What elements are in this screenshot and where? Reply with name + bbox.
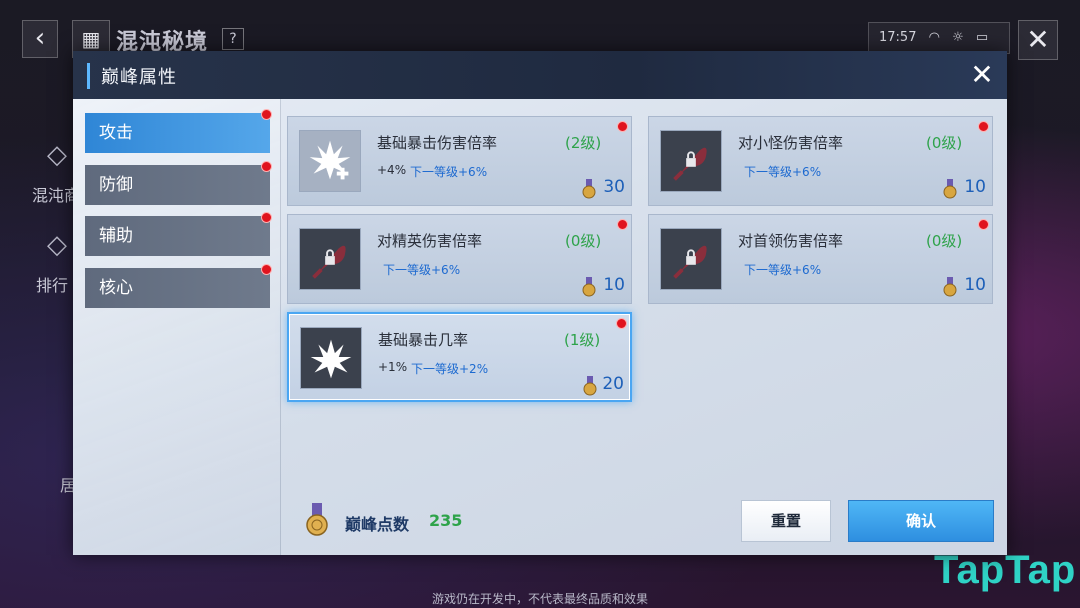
attribute-card-minion-damage[interactable]: 对小怪伤害倍率 (0级) 下一等级+6% 10 <box>648 116 993 206</box>
attribute-current-bonus: +4% <box>377 163 407 177</box>
attribute-next-bonus: 下一等级+6% <box>410 165 488 179</box>
tab-label: 辅助 <box>99 226 133 246</box>
grid-icon: ▦ <box>81 27 101 51</box>
attribute-cost: 10 <box>964 275 986 295</box>
confirm-button[interactable]: 确认 <box>848 500 994 542</box>
attribute-level: (0级) <box>926 232 963 250</box>
peak-attributes-dialog: 巅峰属性 ✕ 攻击 防御 辅助 核心 基础暴击伤害倍率 (2级) +4% 下一等… <box>73 51 1007 555</box>
attribute-card-crit-chance[interactable]: 基础暴击几率 (1级) +1% 下一等级+2% 20 <box>287 312 632 402</box>
attribute-next-bonus: 下一等级+2% <box>411 362 489 376</box>
close-x-icon: ✕ <box>1026 23 1050 56</box>
category-sidebar: 攻击 防御 辅助 核心 <box>73 99 281 555</box>
attribute-card-elite-damage[interactable]: 对精英伤害倍率 (0级) 下一等级+6% 10 <box>287 214 632 304</box>
notification-dot <box>978 219 989 230</box>
attribute-next-bonus: 下一等级+6% <box>744 263 822 277</box>
attribute-card-boss-damage[interactable]: 对首领伤害倍率 (0级) 下一等级+6% 10 <box>648 214 993 304</box>
locked-axe-icon <box>299 228 361 290</box>
attribute-name: 对精英伤害倍率 <box>377 232 483 250</box>
attribute-current-bonus: +1% <box>378 360 408 374</box>
attribute-name: 基础暴击伤害倍率 <box>377 134 498 152</box>
attribute-level: (0级) <box>926 134 963 152</box>
attribute-name: 对首领伤害倍率 <box>738 232 844 250</box>
tab-core[interactable]: 核心 <box>85 264 272 308</box>
background-close-button[interactable]: ✕ <box>1018 20 1058 60</box>
notification-dot <box>261 212 272 223</box>
attribute-next-bonus: 下一等级+6% <box>744 165 822 179</box>
dialog-title: 巅峰属性 <box>101 67 177 88</box>
dialog-close-button[interactable]: ✕ <box>965 61 999 91</box>
peak-medal-icon <box>582 277 596 297</box>
background-topbar: ‹ ▦ 混沌秘境 ? 17:57 ◠ ☼ ▭ ✕ <box>0 0 1080 60</box>
peak-medal-icon <box>943 277 957 297</box>
background-side-label: 排行 <box>36 276 69 295</box>
tab-attack[interactable]: 攻击 <box>85 109 272 153</box>
back-arrow-icon: ‹ <box>34 23 46 53</box>
dialog-header: 巅峰属性 ✕ <box>73 51 1007 99</box>
battery-icon: ▭ <box>975 30 989 45</box>
attribute-level: (2级) <box>565 134 602 152</box>
help-button[interactable]: ? <box>222 28 244 50</box>
attribute-cost: 30 <box>603 177 625 197</box>
tab-defense[interactable]: 防御 <box>85 161 272 205</box>
development-notice: 游戏仍在开发中，不代表最终品质和效果 <box>431 592 648 606</box>
attribute-name: 对小怪伤害倍率 <box>738 134 844 152</box>
peak-medal-icon <box>582 179 596 199</box>
wifi-icon: ◠ <box>928 30 940 45</box>
attribute-cost: 20 <box>602 374 624 394</box>
attribute-name: 基础暴击几率 <box>378 331 469 349</box>
status-bar: 17:57 ◠ ☼ ▭ <box>868 22 1010 54</box>
tab-label: 攻击 <box>99 123 133 143</box>
tab-support[interactable]: 辅助 <box>85 212 272 256</box>
back-button[interactable]: ‹ <box>22 20 58 58</box>
shop-icon: ◇ <box>47 140 67 170</box>
attribute-level: (1级) <box>564 331 601 349</box>
notification-dot <box>261 109 272 120</box>
attribute-cost: 10 <box>603 275 625 295</box>
crit-chance-icon <box>300 327 362 389</box>
crit-damage-icon <box>299 130 361 192</box>
attribute-level: (0级) <box>565 232 602 250</box>
attribute-next-bonus: 下一等级+6% <box>383 263 461 277</box>
notification-dot <box>978 121 989 132</box>
peak-points-label: 巅峰点数 <box>345 515 410 534</box>
reset-button[interactable]: 重置 <box>741 500 831 542</box>
trophy-icon: ◇ <box>47 230 67 260</box>
locked-axe-icon <box>660 130 722 192</box>
clock-text: 17:57 <box>879 30 917 45</box>
peak-points-value: 235 <box>429 511 463 530</box>
peak-medal-icon <box>583 376 597 396</box>
peak-points-medal-icon <box>306 503 328 536</box>
notification-dot <box>261 161 272 172</box>
notification-dot <box>261 264 272 275</box>
notification-dot <box>617 219 628 230</box>
attribute-cost: 10 <box>964 177 986 197</box>
notification-dot <box>617 121 628 132</box>
notification-dot <box>616 318 627 329</box>
brightness-icon: ☼ <box>952 30 964 45</box>
attribute-card-crit-damage[interactable]: 基础暴击伤害倍率 (2级) +4% 下一等级+6% 30 <box>287 116 632 206</box>
tab-label: 防御 <box>99 175 133 195</box>
locked-axe-icon <box>660 228 722 290</box>
tab-label: 核心 <box>99 278 133 298</box>
close-icon: ✕ <box>970 58 994 91</box>
header-accent-bar <box>87 63 90 89</box>
peak-medal-icon <box>943 179 957 199</box>
